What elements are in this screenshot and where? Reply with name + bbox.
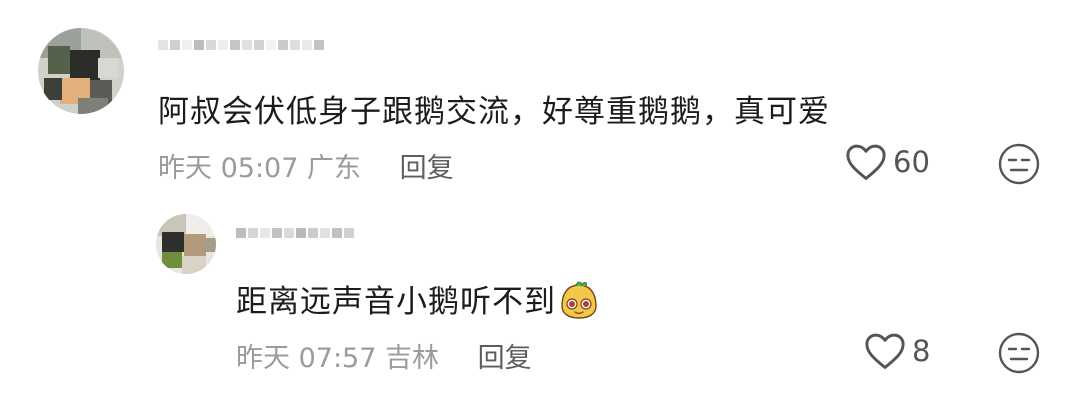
- heart-outline-icon: [865, 333, 905, 369]
- like-count: 60: [893, 145, 930, 179]
- reply-item: 距离远声音小鹅听不到 昨天 07:57 吉林 回复 8: [0, 200, 1080, 409]
- comment-meta: 昨天 07:57 吉林 回复: [236, 336, 532, 375]
- username[interactable]: [158, 40, 324, 50]
- pixelated-avatar-icon: [156, 214, 216, 274]
- reply-button[interactable]: 回复: [478, 343, 532, 374]
- user-avatar[interactable]: [38, 28, 124, 114]
- comment-location: 吉林: [385, 343, 439, 374]
- username[interactable]: [236, 228, 354, 238]
- comment-item: 阿叔会伏低身子跟鹅交流，好尊重鹅鹅，真可爱 昨天 05:07 广东 回复 60: [0, 0, 1080, 200]
- cute-face-emoji-icon: [561, 281, 597, 319]
- comment-meta: 昨天 05:07 广东 回复: [158, 146, 454, 185]
- heart-outline-icon: [846, 144, 886, 180]
- comment-time: 昨天 07:57: [236, 343, 377, 374]
- dislike-face-icon[interactable]: [997, 142, 1041, 186]
- user-avatar[interactable]: [156, 214, 216, 274]
- like-button[interactable]: 8: [864, 332, 930, 370]
- like-button[interactable]: 60: [845, 143, 930, 181]
- comment-text-content: 距离远声音小鹅听不到: [236, 284, 556, 320]
- pixelated-avatar-icon: [38, 28, 124, 114]
- comment-text: 距离远声音小鹅听不到: [236, 276, 600, 321]
- comment-time: 昨天 05:07: [158, 153, 299, 184]
- comment-location: 广东: [307, 153, 361, 184]
- comment-text: 阿叔会伏低身子跟鹅交流，好尊重鹅鹅，真可爱: [158, 94, 830, 130]
- reply-button[interactable]: 回复: [400, 153, 454, 184]
- dislike-face-icon[interactable]: [997, 331, 1041, 375]
- like-count: 8: [912, 334, 931, 368]
